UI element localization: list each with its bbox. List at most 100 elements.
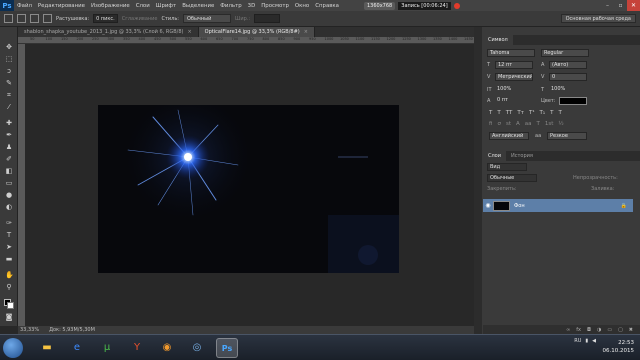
subtract-selection-icon[interactable] bbox=[43, 14, 52, 23]
canvas-area[interactable] bbox=[25, 44, 474, 326]
lasso-icon[interactable]: ↄ bbox=[5, 67, 13, 75]
width-input[interactable] bbox=[254, 14, 281, 23]
quick-select-icon[interactable]: ✎ bbox=[5, 79, 13, 87]
kerning-input[interactable]: Метрический bbox=[495, 73, 533, 81]
all-caps-button[interactable]: TT bbox=[506, 110, 513, 116]
menu-image[interactable]: Изображение bbox=[88, 3, 133, 9]
stylistic-button[interactable]: aa bbox=[525, 121, 532, 127]
eraser-icon[interactable]: ◧ bbox=[5, 167, 13, 175]
eye-icon[interactable]: ◉ bbox=[483, 202, 493, 209]
language-indicator[interactable]: RU bbox=[574, 338, 581, 344]
new-layer-icon[interactable]: ▢ bbox=[618, 327, 623, 333]
close-icon[interactable]: × bbox=[187, 29, 191, 35]
clock[interactable]: 22:53 06.10.2015 bbox=[603, 339, 635, 355]
ligature-button[interactable]: fi bbox=[489, 121, 492, 127]
photoshop-taskbar-icon[interactable]: Ps bbox=[216, 338, 238, 358]
menu-window[interactable]: Окно bbox=[292, 3, 312, 9]
text-color-swatch[interactable] bbox=[559, 97, 587, 105]
workspace-select[interactable]: Основная рабочая среда bbox=[560, 14, 636, 23]
blur-icon[interactable]: ● bbox=[5, 191, 13, 199]
mask-icon[interactable]: ◘ bbox=[587, 327, 591, 333]
link-icon[interactable]: ∞ bbox=[566, 327, 570, 333]
zoom-level[interactable]: 33,33% bbox=[20, 327, 39, 333]
move-tool-icon[interactable]: ✥ bbox=[5, 43, 13, 51]
document-canvas[interactable] bbox=[98, 105, 399, 273]
fx-icon[interactable]: fx bbox=[576, 327, 581, 333]
tab-opticalflare[interactable]: OpticalFlare14.jpg @ 33,3% (RGB/8#) × bbox=[198, 27, 315, 37]
volume-icon[interactable]: ◀ bbox=[592, 338, 596, 344]
layer-row-background[interactable]: ◉ Фон 🔒 bbox=[483, 199, 633, 212]
ie-icon[interactable]: e bbox=[66, 338, 88, 358]
menu-view[interactable]: Просмотр bbox=[258, 3, 292, 9]
style-select[interactable]: Обычный bbox=[182, 14, 231, 23]
adjustment-icon[interactable]: ◑ bbox=[597, 327, 601, 333]
antialias-select[interactable]: Резкое bbox=[547, 132, 587, 140]
utorrent-icon[interactable]: µ bbox=[96, 338, 118, 358]
dodge-icon[interactable]: ◐ bbox=[5, 203, 13, 211]
healing-icon[interactable]: ✚ bbox=[5, 119, 13, 127]
eyedropper-icon[interactable]: ⁄ bbox=[5, 103, 13, 111]
smoothing-checkbox-label[interactable]: Сглаживание bbox=[122, 16, 158, 22]
font-size-input[interactable]: 12 пт bbox=[495, 61, 533, 69]
start-button[interactable] bbox=[3, 338, 23, 358]
firefox-icon[interactable]: ◉ bbox=[156, 338, 178, 358]
superscript-button[interactable]: T¹ bbox=[529, 110, 535, 116]
record-icon[interactable] bbox=[453, 3, 460, 9]
close-icon[interactable]: ✕ bbox=[627, 0, 640, 11]
leading-input[interactable]: (Авто) bbox=[549, 61, 587, 69]
new-selection-icon[interactable] bbox=[17, 14, 26, 23]
faux-bold-button[interactable]: T bbox=[489, 110, 492, 116]
tab-layers[interactable]: Слои bbox=[483, 151, 506, 161]
discretionary-button[interactable]: st bbox=[506, 121, 511, 127]
titling-button[interactable]: T bbox=[537, 121, 540, 127]
background-color-swatch[interactable] bbox=[7, 302, 14, 309]
underline-button[interactable]: T bbox=[550, 110, 553, 116]
tracking-input[interactable]: 0 bbox=[549, 73, 587, 81]
menu-help[interactable]: Справка bbox=[312, 3, 342, 9]
feather-input[interactable]: 0 пикс. bbox=[93, 14, 118, 23]
menu-type[interactable]: Шрифт bbox=[153, 3, 179, 9]
layer-filter-select[interactable]: Вид bbox=[487, 163, 527, 171]
menu-select[interactable]: Выделение bbox=[179, 3, 217, 9]
gradient-icon[interactable]: ▭ bbox=[5, 179, 13, 187]
strikethrough-button[interactable]: T bbox=[558, 110, 561, 116]
menu-file[interactable]: Файл bbox=[14, 3, 35, 9]
zoom-icon[interactable]: ⚲ bbox=[5, 283, 13, 291]
tab-character[interactable]: Символ bbox=[483, 35, 513, 45]
pen-icon[interactable]: ✑ bbox=[5, 219, 13, 227]
type-tool-icon[interactable]: T bbox=[5, 231, 13, 239]
menu-layers[interactable]: Слои bbox=[133, 3, 153, 9]
faux-italic-button[interactable]: T bbox=[497, 110, 500, 116]
marquee-tool-icon[interactable] bbox=[4, 14, 13, 23]
oldstyle-button[interactable]: σ bbox=[497, 121, 501, 127]
folder-icon[interactable]: ▭ bbox=[607, 327, 612, 333]
menu-edit[interactable]: Редактирование bbox=[35, 3, 88, 9]
ordinals-button[interactable]: 1st bbox=[545, 121, 554, 127]
path-select-icon[interactable]: ➤ bbox=[5, 243, 13, 251]
menu-filter[interactable]: Фильтр bbox=[217, 3, 244, 9]
history-brush-icon[interactable]: ✐ bbox=[5, 155, 13, 163]
media-icon[interactable]: ◎ bbox=[186, 338, 208, 358]
recording-resolution[interactable]: 1360x768 bbox=[364, 2, 396, 10]
blend-mode-select[interactable]: Обычные bbox=[487, 174, 537, 182]
crop-icon[interactable]: ⌗ bbox=[5, 91, 13, 99]
shape-icon[interactable]: ▬ bbox=[5, 255, 13, 263]
add-selection-icon[interactable] bbox=[30, 14, 39, 23]
explorer-icon[interactable]: ▬ bbox=[36, 338, 58, 358]
language-select[interactable]: Английский bbox=[489, 132, 529, 140]
baseline-input[interactable]: 0 пт bbox=[495, 97, 533, 105]
close-icon[interactable]: × bbox=[304, 29, 308, 35]
brush-icon[interactable]: ✒ bbox=[5, 131, 13, 139]
quick-mask-icon[interactable]: ◙ bbox=[5, 313, 13, 321]
menu-3d[interactable]: 3D bbox=[245, 3, 259, 9]
subscript-button[interactable]: T₁ bbox=[540, 110, 546, 116]
marquee-icon[interactable]: ⬚ bbox=[5, 55, 13, 63]
maximize-icon[interactable]: ▫ bbox=[614, 0, 627, 11]
hand-icon[interactable]: ✋ bbox=[5, 271, 14, 279]
trash-icon[interactable]: ✖ bbox=[629, 327, 633, 333]
minimize-icon[interactable]: – bbox=[601, 0, 614, 11]
tab-shablon[interactable]: shablon_shapka_youtube_2013_1.jpg @ 33,3… bbox=[18, 27, 199, 37]
tab-history[interactable]: История bbox=[506, 151, 538, 161]
swash-button[interactable]: A bbox=[516, 121, 520, 127]
font-style-select[interactable]: Regular bbox=[541, 49, 589, 57]
